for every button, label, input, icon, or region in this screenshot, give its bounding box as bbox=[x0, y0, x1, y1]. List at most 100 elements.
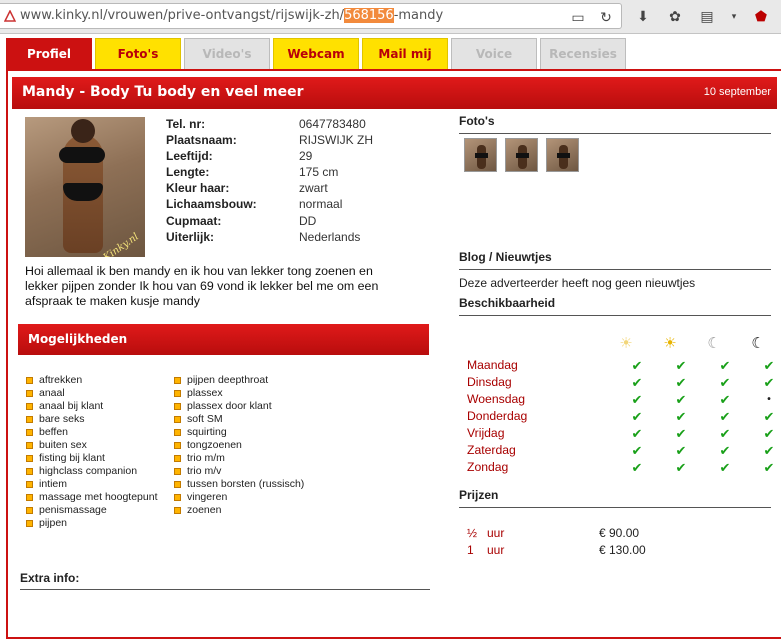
check-icon: ✔ bbox=[675, 375, 687, 390]
check-icon: ✔ bbox=[631, 443, 643, 458]
check-icon: ✔ bbox=[675, 426, 687, 441]
reload-icon[interactable]: ↻ bbox=[597, 8, 615, 26]
list-item: penismassage bbox=[26, 504, 158, 517]
detail-label: Kleur haar: bbox=[166, 181, 230, 196]
detail-value: 175 cm bbox=[299, 165, 339, 180]
bullet-icon bbox=[26, 416, 33, 423]
list-item: massage met hoogtepunt bbox=[26, 491, 158, 504]
profile-title-bar: Mandy - Body Tu body en veel meer 10 sep… bbox=[12, 77, 777, 109]
list-item: soft SM bbox=[174, 413, 304, 426]
price-value: € 130.00 bbox=[599, 543, 646, 557]
list-item: tussen borsten (russisch) bbox=[174, 478, 304, 491]
bullet-icon bbox=[174, 507, 181, 514]
list-item: plassex door klant bbox=[174, 400, 304, 413]
check-icon: ✔ bbox=[675, 443, 687, 458]
price-list: ½ uur € 90.00 1 uur € 130.00 bbox=[467, 525, 646, 559]
detail-value: 0647783480 bbox=[299, 117, 366, 131]
profile-bio: Hoi allemaal ik ben mandy en ik hou van … bbox=[25, 264, 379, 308]
bullet-icon bbox=[174, 416, 181, 423]
list-item: bare seks bbox=[26, 413, 158, 426]
bullet-icon bbox=[174, 429, 181, 436]
blog-text: Deze adverteerder heeft nog geen nieuwtj… bbox=[459, 276, 696, 290]
table-row: Zondag ✔ ✔ ✔ ✔ bbox=[467, 459, 781, 476]
section-title: Mogelijkheden bbox=[28, 332, 128, 346]
url-text[interactable]: www.kinky.nl/vrouwen/prive-ontvangst/rij… bbox=[20, 8, 443, 23]
check-icon: ✔ bbox=[719, 392, 731, 407]
detail-row: Lichaamsbouw: normaal bbox=[166, 196, 373, 212]
photo-thumbnail[interactable] bbox=[505, 138, 538, 172]
address-bar[interactable]: www.kinky.nl/vrouwen/prive-ontvangst/rij… bbox=[0, 3, 622, 29]
list-item: trio m/m bbox=[174, 452, 304, 465]
detail-label: Tel. nr: bbox=[166, 117, 206, 131]
availability-heading: Beschikbaarheid bbox=[459, 296, 771, 316]
tab-voice: Voice bbox=[451, 38, 537, 69]
day-name: Donderdag bbox=[467, 409, 528, 423]
detail-label: Plaatsnaam: bbox=[166, 133, 237, 148]
tab-webcam[interactable]: Webcam bbox=[273, 38, 359, 69]
day-name: Woensdag bbox=[467, 392, 526, 406]
night-moon-icon: ☾ bbox=[751, 335, 765, 352]
extension-icon[interactable]: ✿ bbox=[666, 7, 684, 25]
dropdown-arrow-icon[interactable]: ▾ bbox=[730, 7, 738, 25]
table-row: Donderdag ✔ ✔ ✔ ✔ bbox=[467, 408, 781, 425]
day-name: Vrijdag bbox=[467, 426, 505, 440]
tab-mail-mij[interactable]: Mail mij bbox=[362, 38, 448, 69]
price-unit: uur bbox=[487, 526, 505, 540]
unavailable-dot-icon: • bbox=[767, 394, 771, 405]
detail-value: DD bbox=[299, 213, 317, 228]
check-icon: ✔ bbox=[719, 426, 731, 441]
bullet-icon bbox=[174, 494, 181, 501]
check-icon: ✔ bbox=[763, 358, 775, 373]
list-item: beffen bbox=[26, 426, 158, 439]
blog-heading: Blog / Nieuwtjes bbox=[459, 250, 771, 270]
bullet-icon bbox=[174, 468, 181, 475]
list-item: zoenen bbox=[174, 504, 304, 517]
bullet-icon bbox=[26, 494, 33, 501]
detail-row: Uiterlijk: Nederlands bbox=[166, 229, 373, 245]
price-row: ½ uur € 90.00 bbox=[467, 525, 646, 542]
check-icon: ✔ bbox=[631, 409, 643, 424]
morning-sun-icon: ☀ bbox=[619, 335, 633, 352]
bullet-icon bbox=[26, 390, 33, 397]
mogelijkheden-header: Mogelijkheden bbox=[18, 324, 429, 355]
detail-label: Uiterlijk: bbox=[166, 229, 215, 244]
check-icon: ✔ bbox=[631, 358, 643, 373]
profile-photo[interactable]: Kinky.nl bbox=[25, 117, 145, 257]
check-icon: ✔ bbox=[719, 460, 731, 475]
detail-row: Plaatsnaam: RIJSWIJK ZH bbox=[166, 132, 373, 148]
list-item: intiem bbox=[26, 478, 158, 491]
clipboard-icon[interactable]: ▤ bbox=[698, 7, 716, 25]
photo-thumbnail[interactable] bbox=[546, 138, 579, 172]
ublock-icon[interactable]: ⬟ bbox=[752, 7, 770, 25]
detail-row: Leeftijd: 29 bbox=[166, 148, 373, 164]
availability-table: Maandag ✔ ✔ ✔ ✔ Dinsdag ✔ ✔ ✔ ✔ Woensdag… bbox=[467, 357, 781, 476]
check-icon: ✔ bbox=[719, 409, 731, 424]
bullet-icon bbox=[26, 377, 33, 384]
photo-thumbnails bbox=[464, 138, 579, 172]
profile-tabs: Profiel Foto's Video's Webcam Mail mij V… bbox=[6, 38, 626, 69]
service-list-col2: pijpen deepthroat plassex plassex door k… bbox=[174, 374, 304, 517]
table-row: Dinsdag ✔ ✔ ✔ ✔ bbox=[467, 374, 781, 391]
list-item: buiten sex bbox=[26, 439, 158, 452]
bullet-icon bbox=[26, 468, 33, 475]
site-favicon-icon bbox=[4, 10, 16, 22]
check-icon: ✔ bbox=[675, 460, 687, 475]
detail-row: Lengte: 175 cm bbox=[166, 164, 373, 180]
list-item: pijpen deepthroat bbox=[174, 374, 304, 387]
table-row: Vrijdag ✔ ✔ ✔ ✔ bbox=[467, 425, 781, 442]
detail-row: Cupmaat: DD bbox=[166, 213, 373, 229]
tab-profiel[interactable]: Profiel bbox=[6, 38, 92, 69]
check-icon: ✔ bbox=[631, 392, 643, 407]
tab-fotos[interactable]: Foto's bbox=[95, 38, 181, 69]
photo-thumbnail[interactable] bbox=[464, 138, 497, 172]
list-item: anaal bbox=[26, 387, 158, 400]
bullet-icon bbox=[26, 455, 33, 462]
reader-view-icon[interactable]: ▭ bbox=[569, 8, 587, 26]
price-row: 1 uur € 130.00 bbox=[467, 542, 646, 559]
bullet-icon bbox=[174, 455, 181, 462]
detail-label: Lengte: bbox=[166, 165, 210, 180]
bullet-icon bbox=[174, 442, 181, 449]
list-item: vingeren bbox=[174, 491, 304, 504]
price-quantity: 1 bbox=[467, 543, 474, 557]
download-icon[interactable]: ⬇ bbox=[634, 7, 652, 25]
